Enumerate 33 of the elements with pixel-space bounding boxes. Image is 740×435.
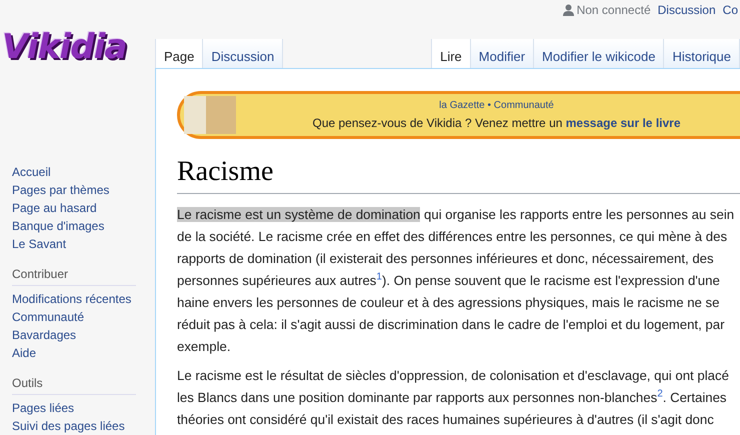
sidebar-heading: Outils (12, 374, 136, 395)
sidebar-link[interactable]: Communauté (12, 308, 84, 326)
banner-link[interactable]: message sur le livre (566, 116, 681, 130)
login-status: Non connecté (576, 2, 651, 19)
personal-link[interactable]: Discussion (658, 1, 716, 19)
footnote-link[interactable]: 2 (657, 388, 663, 400)
footnote-link[interactable]: 1 (376, 272, 382, 283)
page-tab[interactable]: Historique (664, 39, 740, 68)
photo-placeholder (184, 96, 236, 134)
sidebar-link[interactable]: Page au hasard (12, 199, 97, 217)
sidebar-link[interactable]: Suivi des pages liées (12, 417, 125, 435)
sidebar-link[interactable]: Pages liées (12, 399, 74, 417)
user-icon (562, 4, 574, 16)
sidebar-link[interactable]: Le Savant (12, 235, 66, 253)
article-paragraph: Le racisme est un système de domination qui organise les rapports entre les personnes au sein de la société. Le racisme crée en effet des différences entre les personnes, ce qui mène à des rapports de domination (il existerait des personnes inférieures et donc, nécessairement, des personnes supérieures aux autres$^{1}$). On pense souvent que le racisme est l'expression d'une haine envers les personnes de couleur et à des agressions physiques, mais le racisme ne se réduit pas à cela: il s'agit aussi de discrimination dans le cadre de l'emploi et du logement, par exemple. (177, 206, 736, 356)
article-paragraph: Le racisme est le résultat de siècles d'oppression, de colonisation et d'esclavage, qui ont placé les Blancs dans une position dominante par rapports aux personnes non-blanches$^{2}$. Certaines théories ont considéré qu'il existait des races humaines supérieures à d'autres (il s'agit donc (177, 367, 730, 429)
sidebar-link[interactable]: Modifications récentes (12, 290, 132, 308)
page-tab[interactable]: Modifier le wikicode (534, 39, 664, 68)
personal-link[interactable]: Co (722, 1, 738, 19)
page-tab[interactable]: Modifier (470, 39, 534, 68)
sidebar-link[interactable]: Bavardages (12, 326, 76, 344)
banner-message: Que pensez-vous de Vikidia ? Venez mettre un message sur le livre (312, 115, 681, 132)
page-tab[interactable]: Discussion (203, 39, 284, 68)
sidebar-link[interactable]: Aide (12, 344, 36, 362)
sidebar-link[interactable]: Pages par thèmes (12, 181, 110, 199)
sidebar-link[interactable]: Banque d'images (12, 217, 104, 235)
page-title: Racisme (177, 153, 740, 194)
banner-heading: la Gazette • Communauté (439, 99, 554, 113)
sidebar-link[interactable]: Accueil (12, 163, 51, 181)
page-tab[interactable]: Lire (432, 39, 471, 68)
page-tab[interactable]: Page (156, 39, 204, 68)
sidebar-heading: Contribuer (12, 265, 136, 286)
site-logo[interactable]: Vikidia (2, 30, 127, 64)
